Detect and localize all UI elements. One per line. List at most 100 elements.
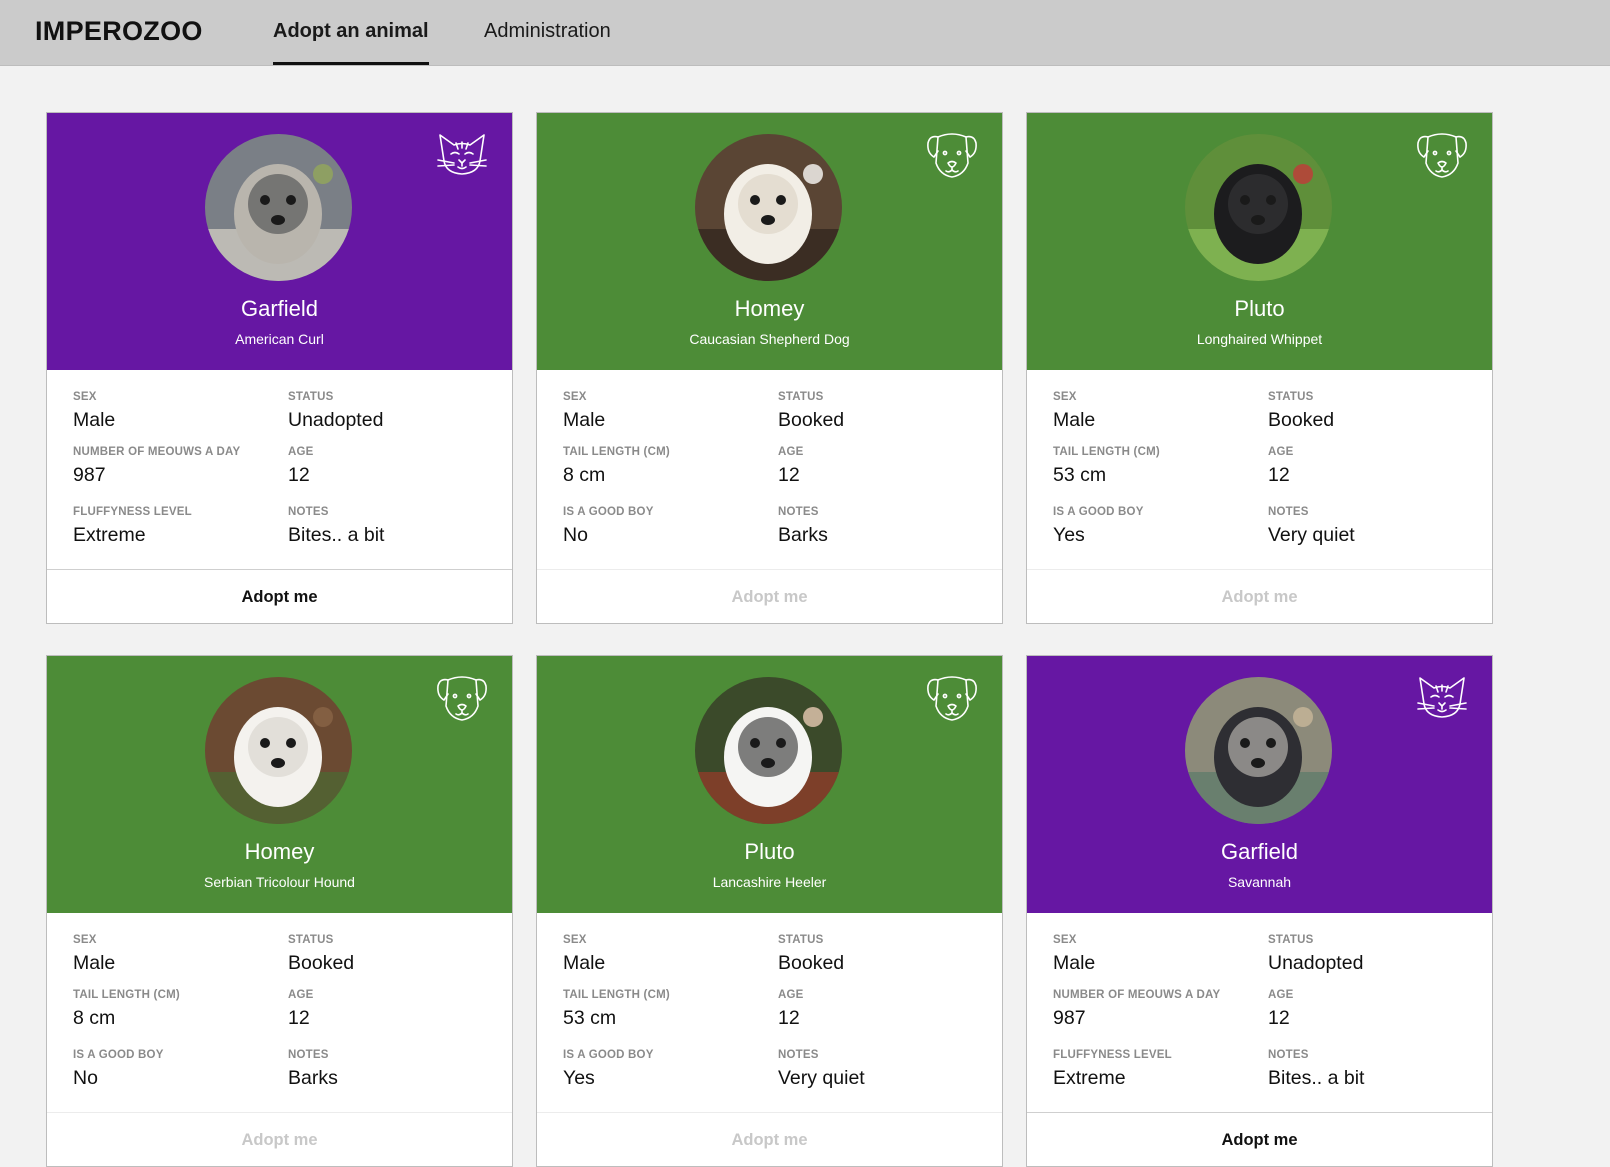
app-logo[interactable]: IMPEROZOO — [35, 16, 203, 47]
detail-label: AGE — [778, 989, 804, 1001]
dog-icon — [434, 670, 490, 726]
dog-icon — [1414, 127, 1470, 183]
card-header: Pluto Lancashire Heeler — [537, 656, 1002, 913]
detail-label: SEX — [563, 934, 587, 946]
detail-value: Booked — [778, 409, 845, 431]
dog-icon — [924, 127, 980, 183]
animal-card-4: Homey Serbian Tricolour Hound SEX Male STA… — [46, 655, 513, 1167]
detail-value: 12 — [1268, 1007, 1290, 1029]
animal-name: Pluto — [1234, 296, 1285, 321]
detail-label: AGE — [778, 446, 804, 458]
tab-adopt-an-animal[interactable]: Adopt an animal — [273, 20, 429, 65]
adopt-me-button[interactable]: Adopt me — [537, 569, 1002, 623]
detail-field: AGE 12 — [778, 446, 988, 487]
card-header: Garfield American Curl — [47, 113, 512, 370]
adopt-me-button[interactable]: Adopt me — [1027, 1112, 1492, 1166]
detail-label: AGE — [288, 989, 314, 1001]
detail-label: STATUS — [288, 391, 334, 403]
animal-name: Homey — [734, 296, 805, 321]
detail-value: 12 — [288, 1007, 310, 1029]
detail-value: Very quiet — [778, 1067, 865, 1089]
animal-card-1: Garfield American Curl SEX Male STATUS Unad… — [46, 112, 513, 624]
detail-value: 53 cm — [563, 1007, 617, 1029]
card-header: Pluto Longhaired Whippet — [1027, 113, 1492, 370]
cat-icon — [434, 127, 490, 183]
animal-breed: American Curl — [235, 331, 324, 347]
detail-field: STATUS Unadopted — [288, 391, 498, 432]
adopt-me-button[interactable]: Adopt me — [1027, 569, 1492, 623]
animal-breed: Caucasian Shepherd Dog — [689, 331, 850, 347]
detail-field: NUMBER OF MEOUWS A DAY 987 — [73, 446, 283, 487]
tab-label: Administration — [484, 20, 611, 42]
detail-field: NOTES Bites.. a bit — [288, 506, 498, 547]
detail-value: Male — [73, 409, 116, 431]
detail-label: FLUFFYNESS LEVEL — [73, 506, 192, 518]
detail-label: STATUS — [1268, 934, 1314, 946]
detail-value: 12 — [288, 464, 310, 486]
animal-card-3: Pluto Longhaired Whippet SEX Male STATUS Bo… — [1026, 112, 1493, 624]
detail-label: SEX — [1053, 934, 1077, 946]
animal-photo — [205, 677, 352, 824]
detail-field: TAIL LENGTH (Cm) 8 cm — [563, 446, 773, 487]
detail-value: Booked — [1268, 409, 1335, 431]
detail-field: STATUS Booked — [288, 934, 498, 975]
detail-label: TAIL LENGTH (Cm) — [73, 989, 180, 1001]
tab-administration[interactable]: Administration — [484, 20, 611, 65]
animal-name: Homey — [244, 839, 315, 864]
adopt-me-button[interactable]: Adopt me — [47, 569, 512, 623]
detail-field: AGE 12 — [288, 446, 498, 487]
detail-label: IS A GOOD BOY — [563, 1049, 654, 1061]
detail-value: Barks — [778, 524, 828, 546]
dog-icon — [924, 670, 980, 726]
detail-label: AGE — [288, 446, 314, 458]
detail-field: TAIL LENGTH (Cm) 53 cm — [563, 989, 773, 1030]
detail-field: AGE 12 — [1268, 989, 1478, 1030]
detail-field: AGE 12 — [778, 989, 988, 1030]
detail-field: TAIL LENGTH (Cm) 8 cm — [73, 989, 283, 1030]
detail-label: SEX — [73, 391, 97, 403]
detail-field: SEX Male — [73, 934, 283, 975]
detail-field: SEX Male — [73, 391, 283, 432]
detail-field: IS A GOOD BOY Yes — [563, 1049, 773, 1090]
detail-field: IS A GOOD BOY No — [563, 506, 773, 547]
detail-label: STATUS — [1268, 391, 1314, 403]
detail-label: NOTES — [288, 506, 329, 518]
detail-field: FLUFFYNESS LEVEL Extreme — [1053, 1049, 1263, 1090]
detail-label: NUMBER OF MEOUWS A DAY — [73, 446, 241, 458]
detail-field: AGE 12 — [1268, 446, 1478, 487]
card-header: Homey Caucasian Shepherd Dog — [537, 113, 1002, 370]
animal-photo — [205, 134, 352, 281]
detail-value: Male — [1053, 409, 1096, 431]
adopt-me-button[interactable]: Adopt me — [47, 1112, 512, 1166]
tab-label: Adopt an animal — [273, 20, 429, 42]
detail-field: NOTES Bites.. a bit — [1268, 1049, 1478, 1090]
detail-value: 12 — [778, 1007, 800, 1029]
detail-field: NOTES Very quiet — [778, 1049, 988, 1090]
animal-breed: Serbian Tricolour Hound — [204, 874, 355, 890]
detail-value: Barks — [288, 1067, 338, 1089]
detail-label: STATUS — [288, 934, 334, 946]
detail-value: Male — [1053, 952, 1096, 974]
animal-breed: Savannah — [1227, 874, 1292, 890]
detail-value: 53 cm — [1053, 464, 1107, 486]
detail-field: SEX Male — [563, 391, 773, 432]
card-header: Homey Serbian Tricolour Hound — [47, 656, 512, 913]
detail-value: 12 — [778, 464, 800, 486]
detail-field: SEX Male — [1053, 391, 1263, 432]
detail-label: IS A GOOD BOY — [73, 1049, 164, 1061]
detail-label: TAIL LENGTH (Cm) — [563, 446, 670, 458]
detail-field: FLUFFYNESS LEVEL Extreme — [73, 506, 283, 547]
detail-value: Male — [73, 952, 116, 974]
detail-field: NOTES Barks — [288, 1049, 498, 1090]
detail-field: SEX Male — [1053, 934, 1263, 975]
adopt-me-button[interactable]: Adopt me — [537, 1112, 1002, 1166]
detail-label: AGE — [1268, 989, 1294, 1001]
detail-value: 8 cm — [563, 464, 606, 486]
detail-label: IS A GOOD BOY — [563, 506, 654, 518]
detail-label: TAIL LENGTH (Cm) — [1053, 446, 1160, 458]
detail-value: 987 — [1053, 1007, 1086, 1029]
active-tab-indicator — [273, 62, 429, 65]
detail-value: Booked — [288, 952, 355, 974]
detail-field: NOTES Very quiet — [1268, 506, 1478, 547]
detail-value: Extreme — [1053, 1067, 1126, 1089]
